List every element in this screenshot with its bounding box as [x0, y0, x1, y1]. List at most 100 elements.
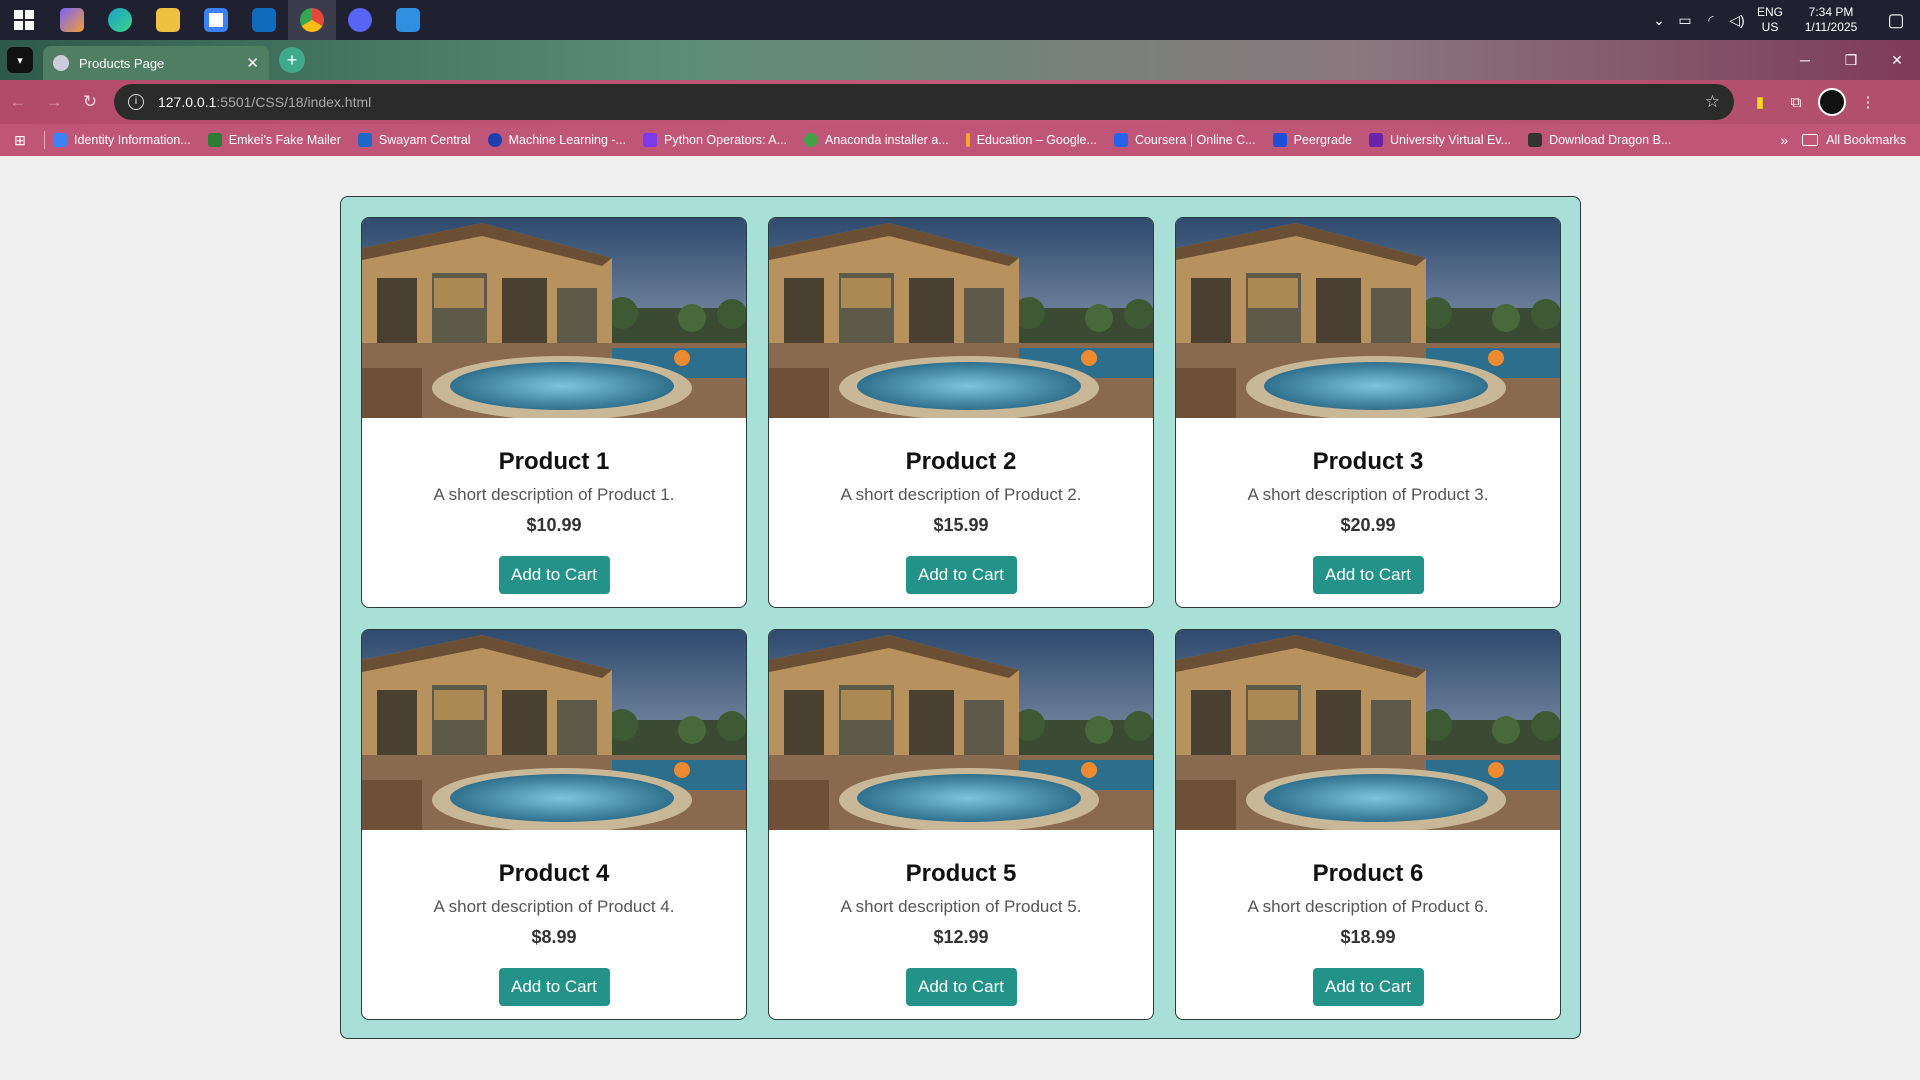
- apps-grid-icon[interactable]: ⊞: [0, 132, 40, 149]
- toolbar-actions: ▮ ⧉ ⋮: [1742, 84, 1886, 120]
- restore-icon[interactable]: ❐: [1828, 40, 1874, 80]
- bookmark-item[interactable]: Identity Information...: [53, 133, 191, 147]
- url-path: :5501/CSS/18/index.html: [216, 94, 372, 110]
- more-bookmarks-icon[interactable]: »: [1780, 132, 1788, 148]
- bookmark-favicon-icon: [1528, 133, 1543, 147]
- product-card: Product 5 A short description of Product…: [768, 629, 1154, 1020]
- add-to-cart-button[interactable]: Add to Cart: [498, 556, 610, 594]
- product-title: Product 1: [498, 448, 610, 475]
- folder-icon: [156, 8, 180, 32]
- region-code: US: [1761, 20, 1779, 34]
- browser-toolbar: ← → ↻ i 127.0.0.1:5501/CSS/18/index.html…: [0, 80, 1920, 124]
- clock[interactable]: 7:34 PM 1/11/2025: [1790, 5, 1872, 35]
- close-tab-icon[interactable]: ✕: [246, 54, 259, 72]
- outlook-icon: [252, 8, 276, 32]
- bookmark-item[interactable]: Python Operators: A...: [643, 133, 787, 147]
- house-pool-photo: [769, 218, 1153, 418]
- bookmark-favicon-icon: [53, 133, 67, 147]
- bookmark-item[interactable]: Coursera | Online C...: [1113, 133, 1256, 147]
- bookmark-label: Coursera | Online C...: [1134, 133, 1256, 147]
- store-icon: [204, 8, 228, 32]
- bookmark-item[interactable]: Machine Learning -...: [487, 133, 626, 147]
- browser-tabstrip: ▾ Products Page ✕ + ─ ❐ ✕: [0, 40, 1920, 80]
- product-card: Product 3 A short description of Product…: [1175, 217, 1561, 608]
- bookmark-label: Emkei's Fake Mailer: [228, 133, 341, 147]
- copilot-icon: [60, 8, 84, 32]
- bookmark-label: Anaconda installer a...: [825, 133, 949, 147]
- close-window-icon[interactable]: ✕: [1874, 40, 1920, 80]
- bookmark-favicon-icon: [1113, 133, 1128, 147]
- discord-icon: [348, 8, 372, 32]
- bookmark-label: Identity Information...: [74, 133, 191, 147]
- chrome-app-button[interactable]: [288, 0, 336, 40]
- bookmark-favicon-icon: [487, 133, 502, 147]
- bookmark-item[interactable]: Download Dragon B...: [1528, 133, 1671, 147]
- add-to-cart-button[interactable]: Add to Cart: [1312, 968, 1424, 1006]
- tab-search-button[interactable]: ▾: [7, 47, 33, 73]
- product-price: $8.99: [531, 927, 577, 947]
- all-bookmarks-button[interactable]: All Bookmarks: [1802, 133, 1906, 147]
- bookmark-label: Download Dragon B...: [1549, 133, 1672, 147]
- vscode-app-button[interactable]: [384, 0, 432, 40]
- bookmark-label: Swayam Central: [378, 133, 471, 147]
- extension-badge-icon[interactable]: ▮: [1742, 84, 1778, 120]
- bookmark-item[interactable]: Swayam Central: [357, 133, 471, 147]
- site-info-icon[interactable]: i: [128, 94, 144, 110]
- product-description: A short description of Product 3.: [1247, 485, 1489, 504]
- edge-app-button[interactable]: [96, 0, 144, 40]
- add-to-cart-button[interactable]: Add to Cart: [905, 556, 1017, 594]
- product-image: [362, 630, 746, 830]
- add-to-cart-button[interactable]: Add to Cart: [498, 968, 610, 1006]
- back-button[interactable]: ←: [0, 84, 36, 120]
- tab-products-page[interactable]: Products Page ✕: [43, 46, 269, 80]
- avatar: [1818, 88, 1846, 116]
- discord-app-button[interactable]: [336, 0, 384, 40]
- reload-button[interactable]: ↻: [72, 84, 108, 120]
- chevron-up-icon[interactable]: ⌄: [1646, 12, 1672, 29]
- notification-icon[interactable]: ▢: [1872, 10, 1920, 31]
- bookmark-item[interactable]: University Virtual Ev...: [1368, 133, 1511, 147]
- add-to-cart-button[interactable]: Add to Cart: [1312, 556, 1424, 594]
- house-pool-photo: [1176, 218, 1560, 418]
- add-to-cart-button[interactable]: Add to Cart: [905, 968, 1017, 1006]
- outlook-app-button[interactable]: [240, 0, 288, 40]
- all-bookmarks-label: All Bookmarks: [1826, 133, 1906, 147]
- store-app-button[interactable]: [192, 0, 240, 40]
- extensions-puzzle-icon[interactable]: ⧉: [1778, 84, 1814, 120]
- reload-icon: ↻: [82, 92, 98, 111]
- file-explorer-button[interactable]: [144, 0, 192, 40]
- bookmark-item[interactable]: Education – Google...: [965, 133, 1097, 147]
- chrome-icon: [300, 8, 324, 32]
- minimize-icon[interactable]: ─: [1782, 40, 1828, 80]
- bookmark-star-icon[interactable]: ☆: [1705, 92, 1720, 112]
- bookmark-item[interactable]: Peergrade: [1272, 133, 1352, 147]
- bookmark-item[interactable]: Anaconda installer a...: [804, 133, 949, 147]
- bookmark-label: Peergrade: [1293, 133, 1352, 147]
- address-bar[interactable]: i 127.0.0.1:5501/CSS/18/index.html ☆: [114, 84, 1734, 120]
- volume-icon[interactable]: ◁): [1724, 12, 1750, 29]
- house-pool-photo: [1176, 630, 1560, 830]
- product-image: [1176, 630, 1560, 830]
- copilot-app-button[interactable]: [48, 0, 96, 40]
- product-image: [1176, 218, 1560, 418]
- start-button[interactable]: [0, 0, 48, 40]
- kebab-menu-icon[interactable]: ⋮: [1850, 84, 1886, 120]
- tab-title: Products Page: [79, 55, 165, 71]
- battery-icon[interactable]: ▭: [1672, 12, 1698, 29]
- product-image: [769, 218, 1153, 418]
- bookmark-favicon-icon: [1368, 133, 1383, 147]
- product-title: Product 5: [905, 860, 1017, 887]
- wifi-icon[interactable]: ◜: [1698, 12, 1724, 29]
- bookmark-label: Python Operators: A...: [664, 133, 787, 147]
- globe-icon: [53, 55, 69, 71]
- page-viewport: Product 1 A short description of Product…: [0, 156, 1920, 1080]
- bookmark-item[interactable]: Emkei's Fake Mailer: [207, 133, 341, 147]
- product-price: $18.99: [1340, 927, 1396, 947]
- product-title: Product 2: [905, 448, 1017, 475]
- bookmark-favicon-icon: [207, 133, 222, 147]
- language-code: ENG: [1756, 5, 1783, 19]
- language-indicator[interactable]: ENG US: [1750, 5, 1790, 35]
- forward-button[interactable]: →: [36, 84, 72, 120]
- profile-avatar[interactable]: [1814, 84, 1850, 120]
- new-tab-button[interactable]: +: [279, 47, 305, 73]
